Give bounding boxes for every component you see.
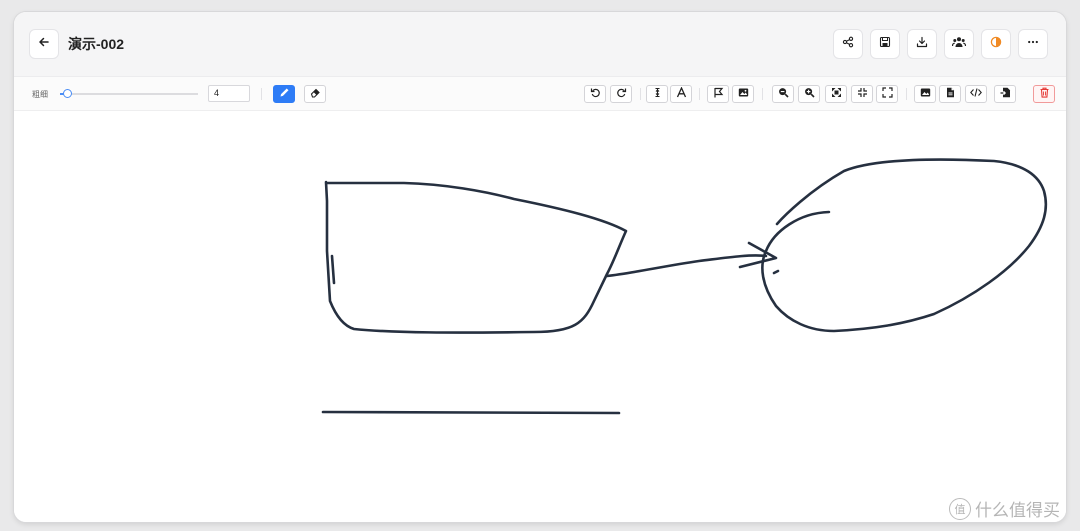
app-window: 演示-002 粗细 4 xyxy=(14,12,1066,522)
theme-button[interactable] xyxy=(981,29,1011,59)
drawing-canvas[interactable] xyxy=(14,111,1066,522)
back-button[interactable] xyxy=(29,29,59,59)
watermark-text: 什么值得买 xyxy=(975,501,1060,520)
blob-stroke xyxy=(761,158,1048,333)
thickness-label: 粗细 xyxy=(32,90,48,99)
header-actions xyxy=(833,29,1048,59)
divider xyxy=(762,88,763,100)
eraser-tool-button[interactable] xyxy=(304,85,326,103)
image-icon xyxy=(738,85,749,103)
text-cursor-icon xyxy=(652,85,663,103)
zoom-out-icon xyxy=(778,85,789,103)
download-button[interactable] xyxy=(907,29,937,59)
pen-tick-stroke xyxy=(330,254,336,285)
zoom-in-icon xyxy=(804,85,815,103)
quadrilateral-stroke xyxy=(324,180,628,334)
eraser-icon xyxy=(310,85,321,103)
watermark-badge: 值 xyxy=(949,497,971,520)
flag-icon xyxy=(713,85,724,103)
more-icon xyxy=(1027,35,1039,53)
collaborators-icon xyxy=(951,35,967,53)
expand-arrows-icon xyxy=(831,85,842,103)
divider xyxy=(699,88,700,100)
site-watermark: 值 什么值得买 xyxy=(949,496,1060,521)
background-button[interactable] xyxy=(707,85,729,103)
code-icon xyxy=(970,85,982,103)
thickness-input[interactable]: 4 xyxy=(208,85,250,102)
zoom-out-button[interactable] xyxy=(772,85,794,103)
compress-icon xyxy=(857,85,868,103)
share-button[interactable] xyxy=(833,29,863,59)
insert-image-button[interactable] xyxy=(732,85,754,103)
save-icon xyxy=(879,35,891,53)
image-file-icon xyxy=(920,85,931,103)
clear-canvas-button[interactable] xyxy=(1033,85,1055,103)
undo-button[interactable] xyxy=(584,85,606,103)
fullscreen-icon xyxy=(881,85,893,103)
pen-icon xyxy=(279,85,290,103)
zoom-in-button[interactable] xyxy=(798,85,820,103)
drawing-toolbar: 粗细 4 xyxy=(14,77,1066,111)
more-button[interactable] xyxy=(1018,29,1048,59)
export-code-button[interactable] xyxy=(965,85,987,103)
pen-tool-button[interactable] xyxy=(273,85,295,103)
import-file-button[interactable] xyxy=(994,85,1016,103)
export-image-button[interactable] xyxy=(914,85,936,103)
collaborators-button[interactable] xyxy=(944,29,974,59)
redo-button[interactable] xyxy=(610,85,632,103)
divider xyxy=(261,88,262,100)
divider xyxy=(640,88,641,100)
thickness-slider[interactable] xyxy=(60,89,198,98)
file-import-icon xyxy=(1000,85,1011,103)
underline-stroke xyxy=(321,410,621,415)
header-bar: 演示-002 xyxy=(14,12,1066,77)
trash-icon xyxy=(1039,85,1050,103)
text-cursor-button[interactable] xyxy=(646,85,668,103)
redo-icon xyxy=(616,85,627,103)
undo-icon xyxy=(590,85,601,103)
fit-screen-button[interactable] xyxy=(825,85,847,103)
share-icon xyxy=(842,35,854,53)
divider xyxy=(906,88,907,100)
file-icon xyxy=(945,85,956,103)
blob-tail-stroke xyxy=(772,269,780,275)
theme-icon xyxy=(990,35,1002,53)
download-icon xyxy=(916,35,928,53)
document-title: 演示-002 xyxy=(68,36,125,52)
fullscreen-button[interactable] xyxy=(876,85,898,103)
save-button[interactable] xyxy=(870,29,900,59)
thickness-slider-thumb[interactable] xyxy=(63,89,72,98)
collapse-button[interactable] xyxy=(851,85,873,103)
text-icon xyxy=(676,85,687,103)
export-pdf-button[interactable] xyxy=(939,85,961,103)
text-tool-button[interactable] xyxy=(670,85,692,103)
arrow-left-icon xyxy=(38,35,50,53)
